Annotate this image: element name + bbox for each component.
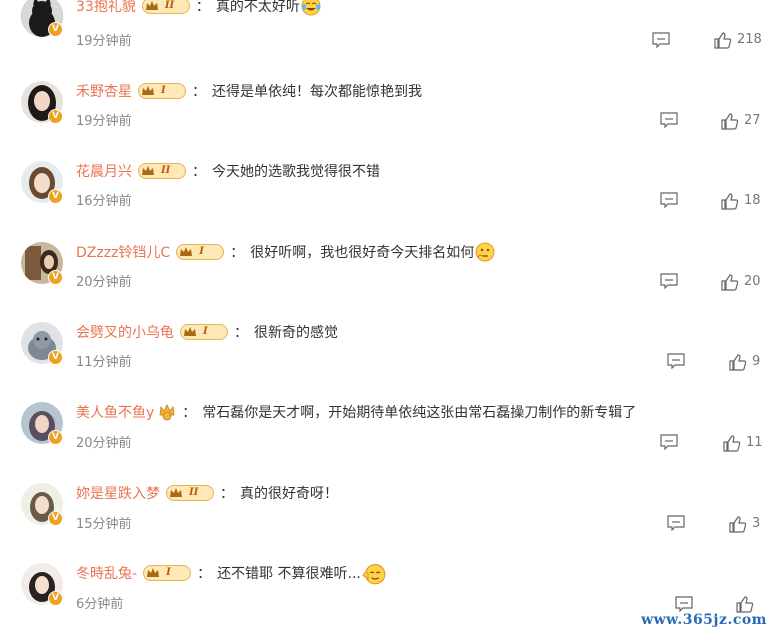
like-icon[interactable] bbox=[721, 192, 739, 210]
username[interactable]: 33抱礼貌 bbox=[76, 0, 136, 16]
reply-icon[interactable] bbox=[667, 515, 685, 531]
like-icon[interactable] bbox=[721, 273, 739, 291]
like-icon[interactable] bbox=[729, 353, 747, 371]
username[interactable]: 冬時乱兔- bbox=[76, 563, 137, 583]
comment-item: V 33抱礼貌 II ： 真的不太好听 19分钟前 218 bbox=[0, 0, 775, 80]
comment-item: V DZzzz铃铛儿C I ： 很好听啊，我也很好奇今天排名如何 20分钟前 2… bbox=[0, 241, 775, 321]
timestamp: 19分钟前 bbox=[76, 34, 132, 49]
rank-badge: I bbox=[176, 244, 225, 260]
crown-icon bbox=[184, 327, 196, 336]
username[interactable]: DZzzz铃铛儿C bbox=[76, 242, 170, 262]
comment-item: V 花晨月兴 II ： 今天她的选歌我觉得很不错 16分钟前 18 bbox=[0, 160, 775, 240]
comment-item: V 会劈叉的小乌龟 I ： 很新奇的感觉 11分钟前 9 bbox=[0, 321, 775, 401]
verified-badge-icon: V bbox=[48, 270, 63, 285]
like-count: 3 bbox=[752, 516, 761, 531]
timestamp: 19分钟前 bbox=[76, 114, 132, 129]
like-count: 218 bbox=[737, 32, 762, 47]
rank-badge: I bbox=[138, 83, 186, 99]
comment-item: V 美人鱼不鱼y ： 常石磊你是天才啊，开始期待单依纯这张由常石磊操刀制作的新专… bbox=[0, 402, 775, 482]
rank-badge: II bbox=[166, 485, 214, 501]
verified-badge-icon: V bbox=[48, 591, 63, 606]
comment-text: 今天她的选歌我觉得很不错 bbox=[212, 164, 380, 180]
comment-item: V 禾野杏星 I ： 还得是单依纯！每次都能惊艳到我 19分钟前 27 bbox=[0, 80, 775, 160]
timestamp: 6分钟前 bbox=[76, 597, 124, 612]
shrug-emoji-icon bbox=[362, 564, 386, 585]
reply-icon[interactable] bbox=[660, 434, 678, 450]
verified-badge-icon: V bbox=[48, 22, 63, 37]
crown-icon bbox=[145, 1, 158, 10]
like-count: 27 bbox=[744, 113, 761, 128]
reply-icon[interactable] bbox=[660, 273, 678, 289]
reply-icon[interactable] bbox=[652, 32, 670, 48]
like-count: 20 bbox=[744, 274, 761, 289]
comment-text: 真的不太好听 bbox=[215, 0, 300, 15]
verified-badge-icon: V bbox=[48, 189, 63, 204]
like-icon[interactable] bbox=[736, 595, 754, 613]
reply-icon[interactable] bbox=[675, 596, 693, 612]
crown-icon bbox=[147, 568, 160, 577]
comment-item: V 妳是星跌入梦 II ： 真的很好奇呀！ 15分钟前 3 bbox=[0, 483, 775, 563]
comment-item: V 冬時乱兔- I ： 还不错耶 不算很难听... 6分钟前 bbox=[0, 563, 775, 643]
crown-icon bbox=[142, 86, 154, 95]
reply-icon[interactable] bbox=[660, 112, 678, 128]
rank-badge: II bbox=[141, 0, 190, 14]
timestamp: 16分钟前 bbox=[76, 194, 132, 209]
verified-badge-icon: V bbox=[48, 430, 63, 445]
verified-badge-icon: V bbox=[48, 511, 63, 526]
reply-icon[interactable] bbox=[667, 353, 685, 369]
username[interactable]: 妳是星跌入梦 bbox=[76, 483, 160, 503]
laugh-cry-emoji-icon bbox=[301, 0, 321, 16]
like-icon[interactable] bbox=[723, 434, 741, 452]
timestamp: 15分钟前 bbox=[76, 517, 132, 532]
watermark: www.365jz.com bbox=[641, 612, 767, 628]
like-icon[interactable] bbox=[714, 31, 732, 49]
verified-badge-icon: V bbox=[48, 350, 63, 365]
comment-text: 很好听啊，我也很好奇今天排名如何 bbox=[250, 245, 475, 261]
comment-text: 常石磊你是天才啊，开始期待单依纯这张由常石磊操刀制作的新专辑了 bbox=[202, 405, 637, 421]
comment-text: 还得是单依纯！每次都能惊艳到我 bbox=[212, 84, 422, 100]
fan-medal-icon bbox=[159, 404, 175, 421]
timestamp: 20分钟前 bbox=[76, 436, 132, 451]
like-count: 11 bbox=[746, 435, 763, 450]
username[interactable]: 美人鱼不鱼y bbox=[76, 402, 154, 422]
thinking-emoji-icon bbox=[475, 242, 495, 262]
crown-icon bbox=[142, 166, 154, 175]
timestamp: 20分钟前 bbox=[76, 275, 132, 290]
comment-text: 还不错耶 不算很难听... bbox=[217, 566, 361, 582]
rank-badge: II bbox=[138, 163, 186, 179]
reply-icon[interactable] bbox=[660, 192, 678, 208]
rank-badge: I bbox=[180, 324, 228, 340]
crown-icon bbox=[180, 247, 193, 256]
comment-text: 很新奇的感觉 bbox=[254, 325, 338, 341]
like-icon[interactable] bbox=[721, 112, 739, 130]
username[interactable]: 会劈叉的小乌龟 bbox=[76, 322, 174, 342]
username[interactable]: 禾野杏星 bbox=[76, 81, 132, 101]
verified-badge-icon: V bbox=[48, 109, 63, 124]
like-count: 9 bbox=[752, 354, 761, 369]
timestamp: 11分钟前 bbox=[76, 355, 132, 370]
like-icon[interactable] bbox=[729, 515, 747, 533]
username[interactable]: 花晨月兴 bbox=[76, 161, 132, 181]
like-count: 18 bbox=[744, 193, 761, 208]
crown-icon bbox=[170, 488, 182, 497]
comment-text: 真的很好奇呀！ bbox=[240, 486, 338, 502]
rank-badge: I bbox=[143, 565, 192, 581]
